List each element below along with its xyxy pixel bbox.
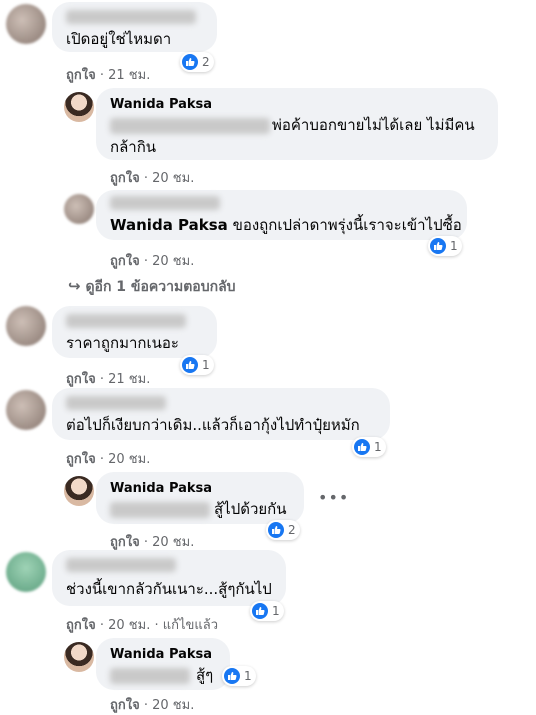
avatar[interactable] [64, 92, 94, 122]
comment-meta: ถูกใจ · 20 ชม. [110, 698, 195, 713]
reaction-count-value: 1 [374, 440, 382, 454]
reaction-count[interactable]: 1 [250, 601, 284, 621]
thumbs-up-icon [354, 439, 370, 455]
more-options-icon[interactable]: ••• [318, 488, 349, 507]
commenter-name-redacted[interactable] [66, 10, 196, 24]
comment-text: ต่อไปก็เงียบกว่าเดิม..แล้วก็เอากุ้งไปทำป… [66, 416, 360, 434]
reply-text-body: ของถูกเปล่าดาพรุ่งนี้เราจะเข้าไปซื้อ [232, 216, 462, 234]
commenter-name[interactable]: Wanida Paksa [110, 647, 212, 662]
comment-text: ราคาถูกมากเนอะ [66, 334, 179, 352]
comment-text: เปิดอยู่ใช่ไหมดา [66, 30, 172, 48]
edited-label[interactable]: แก้ไขแล้ว [163, 618, 218, 633]
timestamp[interactable]: 20 ชม. [152, 254, 194, 269]
like-link[interactable]: ถูกใจ [66, 372, 96, 387]
reply-text-line2: กล้ากิน [110, 138, 157, 156]
reply-text: Wanida Paksa ของถูกเปล่าดาพรุ่งนี้เราจะเ… [110, 214, 462, 236]
avatar[interactable] [64, 642, 94, 672]
view-more-replies-label[interactable]: ดูอีก 1 ข้อความตอบกลับ [85, 279, 235, 295]
avatar[interactable] [64, 194, 94, 224]
thumbs-up-icon [252, 603, 268, 619]
reaction-count-value: 1 [272, 604, 280, 618]
reply-text: พ่อค้าบอกขายไม่ได้เลย ไม่มีคน [272, 116, 475, 134]
thumbs-up-icon [182, 357, 198, 373]
timestamp[interactable]: 20 ชม. [152, 171, 194, 186]
thumbs-up-icon [182, 54, 198, 70]
commenter-name-redacted[interactable] [66, 314, 186, 328]
mention-redacted[interactable] [110, 502, 210, 518]
thumbs-up-icon [430, 238, 446, 254]
reaction-count-value: 1 [244, 669, 252, 683]
comment-text: ช่วงนี้เขากลัวกันเนาะ...สู้ๆกันไป [66, 580, 272, 598]
avatar[interactable] [6, 552, 46, 592]
comment-meta: ถูกใจ · 20 ชม. [110, 171, 195, 186]
commenter-name-redacted[interactable] [66, 396, 166, 410]
commenter-name[interactable]: Wanida Paksa [110, 97, 212, 112]
reply-arrow-icon: ↪ [68, 277, 81, 295]
thumbs-up-icon [224, 668, 240, 684]
comment-meta: ถูกใจ · 21 ชม. [66, 372, 151, 387]
avatar[interactable] [64, 476, 94, 506]
commenter-name-redacted[interactable] [66, 558, 176, 572]
commenter-name[interactable]: Wanida Paksa [110, 481, 212, 496]
avatar[interactable] [6, 390, 46, 430]
like-link[interactable]: ถูกใจ [110, 171, 140, 186]
avatar[interactable] [6, 306, 46, 346]
timestamp[interactable]: 20 ชม. [152, 535, 194, 550]
mention-redacted[interactable] [110, 668, 190, 684]
mention-redacted[interactable] [110, 118, 270, 134]
like-link[interactable]: ถูกใจ [110, 535, 140, 550]
mention-link[interactable]: Wanida Paksa [110, 216, 228, 234]
timestamp[interactable]: 20 ชม. [152, 698, 194, 713]
reaction-count[interactable]: 2 [266, 520, 300, 540]
timestamp[interactable]: 20 ชม. [108, 618, 150, 633]
like-link[interactable]: ถูกใจ [110, 698, 140, 713]
avatar[interactable] [6, 4, 46, 44]
timestamp[interactable]: 21 ชม. [108, 372, 150, 387]
comment-meta: ถูกใจ · 21 ชม. [66, 68, 151, 83]
comment-meta: ถูกใจ · 20 ชม. · แก้ไขแล้ว [66, 618, 219, 633]
like-link[interactable]: ถูกใจ [66, 618, 96, 633]
like-link[interactable]: ถูกใจ [110, 254, 140, 269]
reaction-count-value: 1 [450, 239, 458, 253]
reaction-count[interactable]: 1 [180, 355, 214, 375]
thumbs-up-icon [268, 522, 284, 538]
reply-text: สู้ไปด้วยกัน [214, 500, 287, 518]
comment-meta: ถูกใจ · 20 ชม. [110, 535, 195, 550]
reply-text: สู้ๆ [196, 666, 214, 684]
reaction-count[interactable]: 1 [222, 666, 256, 686]
comment-meta: ถูกใจ · 20 ชม. [66, 452, 151, 467]
timestamp[interactable]: 21 ชม. [108, 68, 150, 83]
comment-meta: ถูกใจ · 20 ชม. [110, 254, 195, 269]
like-link[interactable]: ถูกใจ [66, 452, 96, 467]
reaction-count-value: 1 [202, 358, 210, 372]
timestamp[interactable]: 20 ชม. [108, 452, 150, 467]
view-more-replies[interactable]: ↪ ดูอีก 1 ข้อความตอบกลับ [68, 276, 236, 298]
reaction-count-value: 2 [288, 523, 296, 537]
reaction-count[interactable]: 1 [352, 437, 386, 457]
like-link[interactable]: ถูกใจ [66, 68, 96, 83]
reaction-count[interactable]: 1 [428, 236, 462, 256]
reaction-count-value: 2 [202, 55, 210, 69]
reaction-count[interactable]: 2 [180, 52, 214, 72]
commenter-name-redacted[interactable] [110, 196, 220, 210]
